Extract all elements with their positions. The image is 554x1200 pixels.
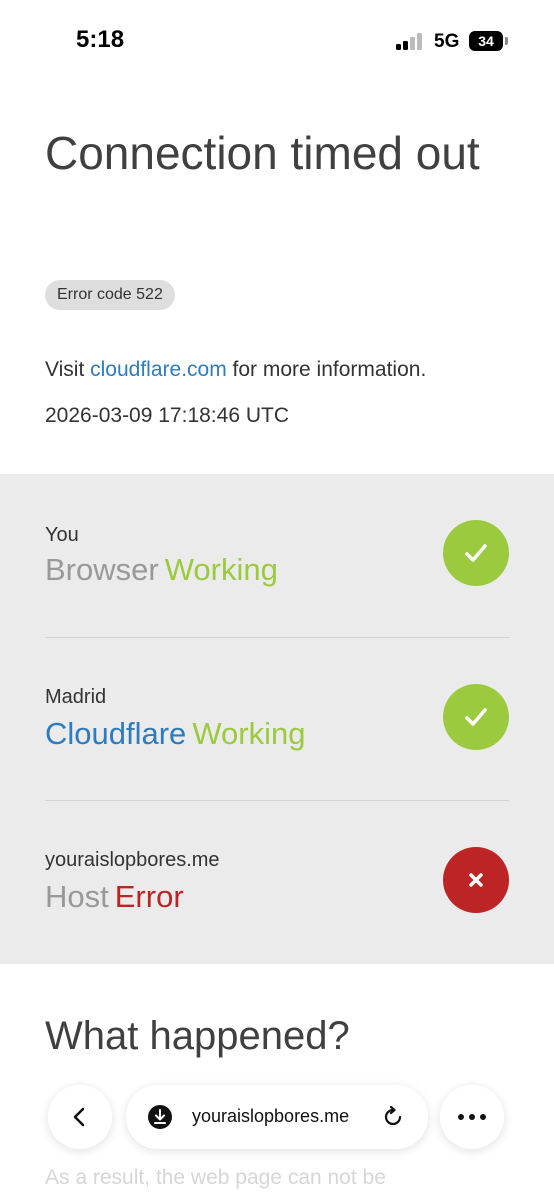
status-time: 5:18 <box>76 26 125 53</box>
cellular-signal-icon <box>396 33 424 50</box>
status-row-host: youraislopbores.me Host Error <box>45 800 509 964</box>
status-bar: 5:18 5G 34 <box>0 0 554 84</box>
ellipsis-icon <box>458 1114 486 1120</box>
chevron-left-icon <box>73 1107 85 1127</box>
status-service: Cloudflare Working <box>45 716 305 752</box>
error-code-badge: Error code 522 <box>45 280 175 310</box>
checkmark-icon <box>443 684 509 750</box>
error-x-icon <box>443 847 509 913</box>
status-row-browser: You Browser Working <box>45 474 509 637</box>
visit-line: Visit cloudflare.com for more informatio… <box>45 358 426 382</box>
cloudflare-link[interactable]: cloudflare.com <box>90 358 227 381</box>
battery-icon: 34 <box>469 31 508 51</box>
visit-prefix: Visit <box>45 358 91 381</box>
service-name: Browser <box>45 552 159 587</box>
network-type: 5G <box>434 31 460 52</box>
status-location: You <box>45 524 79 546</box>
page-title: Connection timed out <box>45 127 480 179</box>
visit-suffix: for more information. <box>226 358 427 381</box>
url-text[interactable]: youraislopbores.me <box>192 1106 349 1127</box>
status-section: You Browser Working Madrid Cloudflare Work… <box>0 474 554 964</box>
service-state: Error <box>114 879 184 914</box>
checkmark-icon <box>443 520 509 586</box>
what-happened-heading: What happened? <box>45 1014 350 1058</box>
status-service: Host Error <box>45 879 184 915</box>
reload-icon[interactable] <box>380 1104 406 1130</box>
back-button[interactable] <box>48 1085 112 1149</box>
status-row-cloudflare: Madrid Cloudflare Working <box>45 637 509 801</box>
service-name: Host <box>45 879 109 914</box>
service-state: Working <box>192 716 306 751</box>
service-state: Working <box>164 552 278 587</box>
what-happened-line: As a result, the web page can not be <box>45 1166 386 1189</box>
status-location: youraislopbores.me <box>45 849 220 871</box>
more-options-button[interactable] <box>440 1085 504 1149</box>
download-icon[interactable] <box>147 1104 173 1130</box>
status-service: Browser Working <box>45 552 278 588</box>
address-bar[interactable]: youraislopbores.me <box>126 1085 428 1149</box>
error-header: Connection timed out Error code 522 Visi… <box>0 84 554 474</box>
error-timestamp: 2026-03-09 17:18:46 UTC <box>45 404 289 427</box>
browser-bottom-bar: youraislopbores.me <box>0 1075 554 1165</box>
status-location: Madrid <box>45 686 107 708</box>
service-name: Cloudflare <box>45 716 187 751</box>
